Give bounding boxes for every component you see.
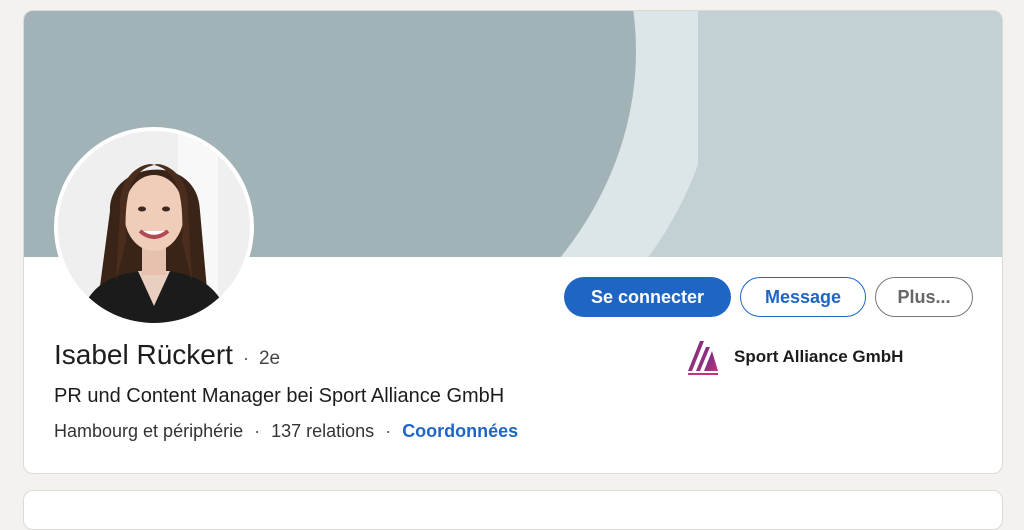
name-separator: · — [242, 348, 249, 368]
sport-alliance-logo-icon — [688, 341, 718, 375]
connect-button-label: Se connecter — [590, 286, 705, 307]
profile-location: Hambourg et périphérie — [54, 421, 244, 441]
meta-separator: · — [254, 421, 261, 441]
name-row: Isabel Rückert · 2e — [54, 339, 280, 371]
profile-headline: PR und Content Manager bei Sport Allianc… — [54, 385, 505, 407]
connection-degree: 2e — [258, 348, 281, 369]
message-button[interactable]: Message — [740, 277, 866, 317]
profile-card: Se connecter Message Plus... Isabel Rück… — [23, 10, 1003, 474]
current-company[interactable]: Sport Alliance GmbH — [684, 337, 903, 377]
profile-name: Isabel Rückert — [54, 339, 233, 370]
relations-count[interactable]: 137 relations — [271, 421, 374, 442]
profile-avatar[interactable] — [54, 127, 254, 327]
profile-meta-row: Hambourg et périphérie · 137 relations ·… — [54, 421, 518, 442]
message-button-label: Message — [764, 286, 842, 307]
avatar-photo-icon — [58, 131, 250, 323]
more-button-label: Plus... — [897, 286, 951, 307]
contact-info-link[interactable]: Coordonnées — [402, 421, 518, 442]
next-section-card — [23, 490, 1003, 530]
company-name: Sport Alliance GmbH — [734, 347, 904, 366]
meta-separator: · — [385, 421, 392, 441]
more-button[interactable]: Plus... — [875, 277, 973, 317]
connect-button[interactable]: Se connecter — [564, 277, 731, 317]
banner-right-panel — [698, 11, 1002, 257]
